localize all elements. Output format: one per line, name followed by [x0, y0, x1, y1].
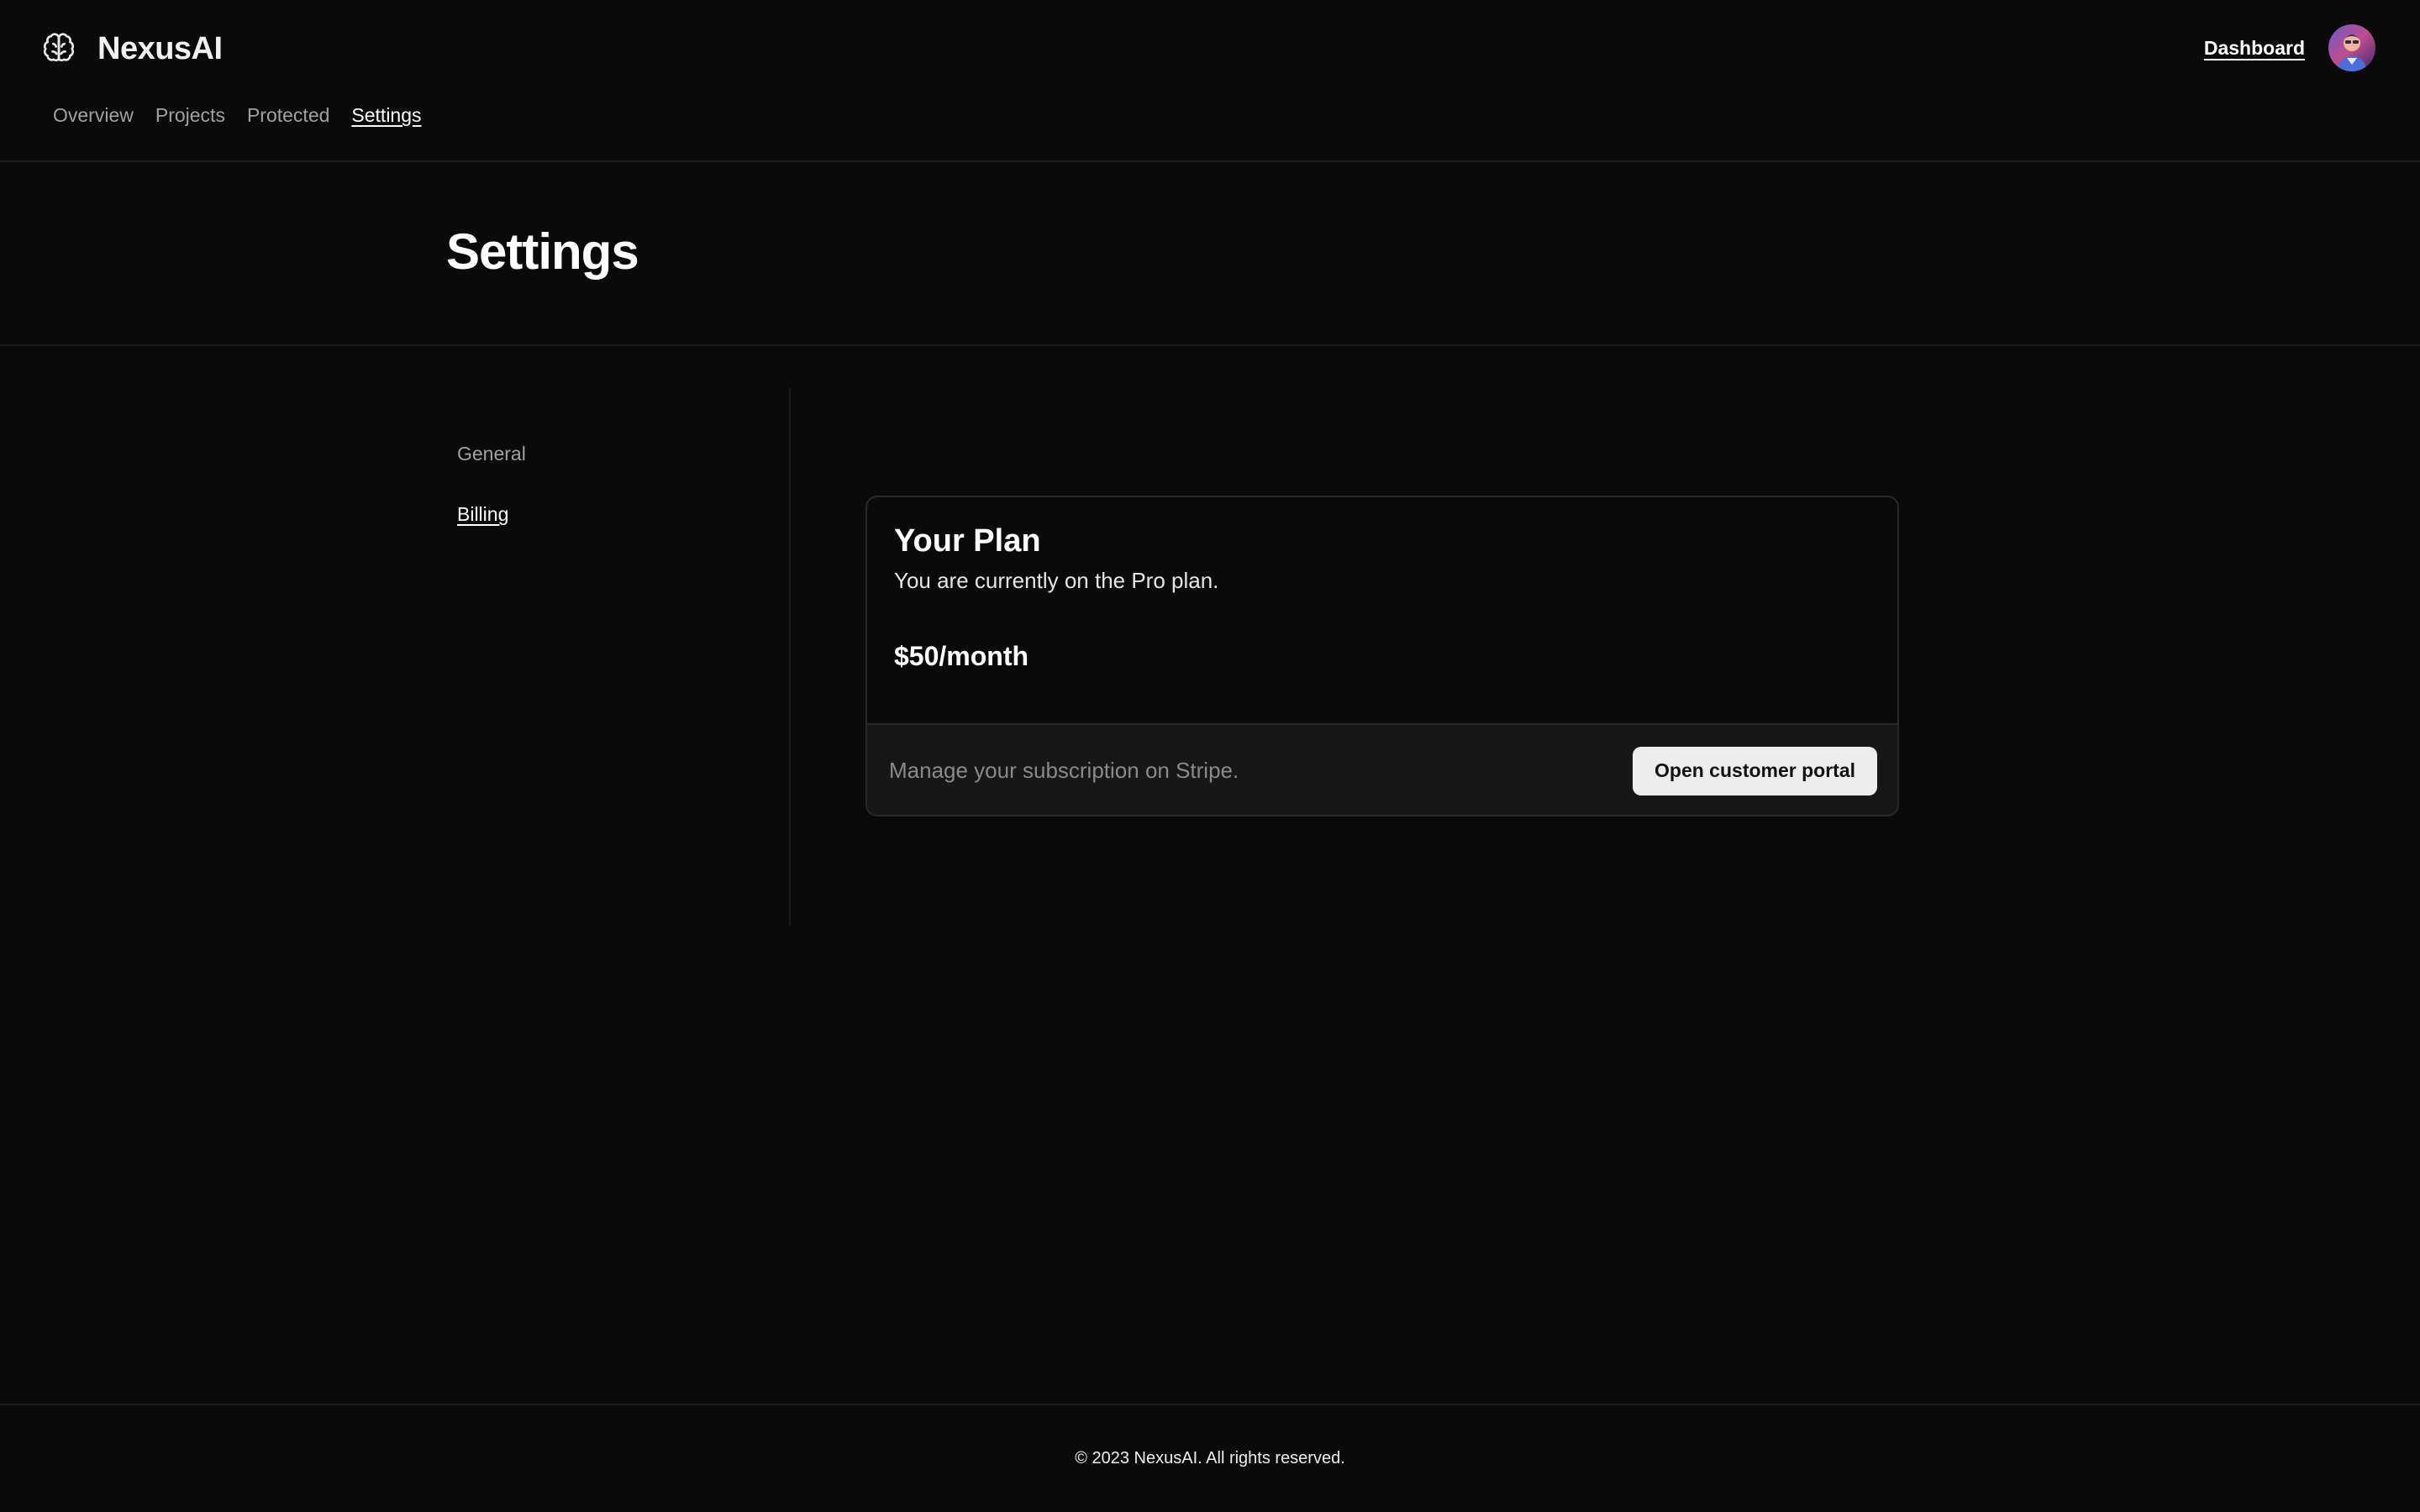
page-footer: © 2023 NexusAI. All rights reserved.	[0, 1404, 2420, 1512]
plan-card-footer: Manage your subscription on Stripe. Open…	[867, 723, 1897, 815]
brain-icon	[43, 33, 75, 62]
main-nav: Overview Projects Protected Settings	[53, 104, 422, 127]
plan-price: $50/month	[894, 641, 1029, 671]
nav-projects[interactable]: Projects	[155, 104, 225, 127]
settings-sidebar: General Billing	[457, 443, 526, 526]
brand[interactable]: NexusAI	[42, 25, 223, 72]
page-title: Settings	[446, 223, 639, 280]
plan-card-body: Your Plan You are currently on the Pro p…	[867, 497, 1897, 723]
plan-title: Your Plan	[894, 523, 1041, 559]
sidebar-item-general[interactable]: General	[457, 443, 526, 465]
copyright-text: © 2023 NexusAI. All rights reserved.	[1075, 1449, 1345, 1467]
sidebar-divider	[789, 388, 791, 926]
plan-description: You are currently on the Pro plan.	[894, 568, 1219, 593]
plan-footer-text: Manage your subscription on Stripe.	[889, 758, 1239, 783]
nav-overview[interactable]: Overview	[53, 104, 134, 127]
top-header: NexusAI Overview Projects Protected Sett…	[0, 0, 2420, 162]
nav-protected[interactable]: Protected	[247, 104, 329, 127]
sidebar-item-billing[interactable]: Billing	[457, 503, 526, 526]
header-actions: Dashboard	[2204, 24, 2375, 71]
dashboard-link[interactable]: Dashboard	[2204, 37, 2305, 60]
brand-name: NexusAI	[97, 30, 223, 66]
nav-settings[interactable]: Settings	[351, 104, 421, 127]
plan-card: Your Plan You are currently on the Pro p…	[865, 496, 1899, 816]
open-customer-portal-button[interactable]: Open customer portal	[1633, 746, 1877, 795]
page-title-band: Settings	[0, 162, 2420, 346]
user-avatar[interactable]	[2328, 24, 2375, 71]
